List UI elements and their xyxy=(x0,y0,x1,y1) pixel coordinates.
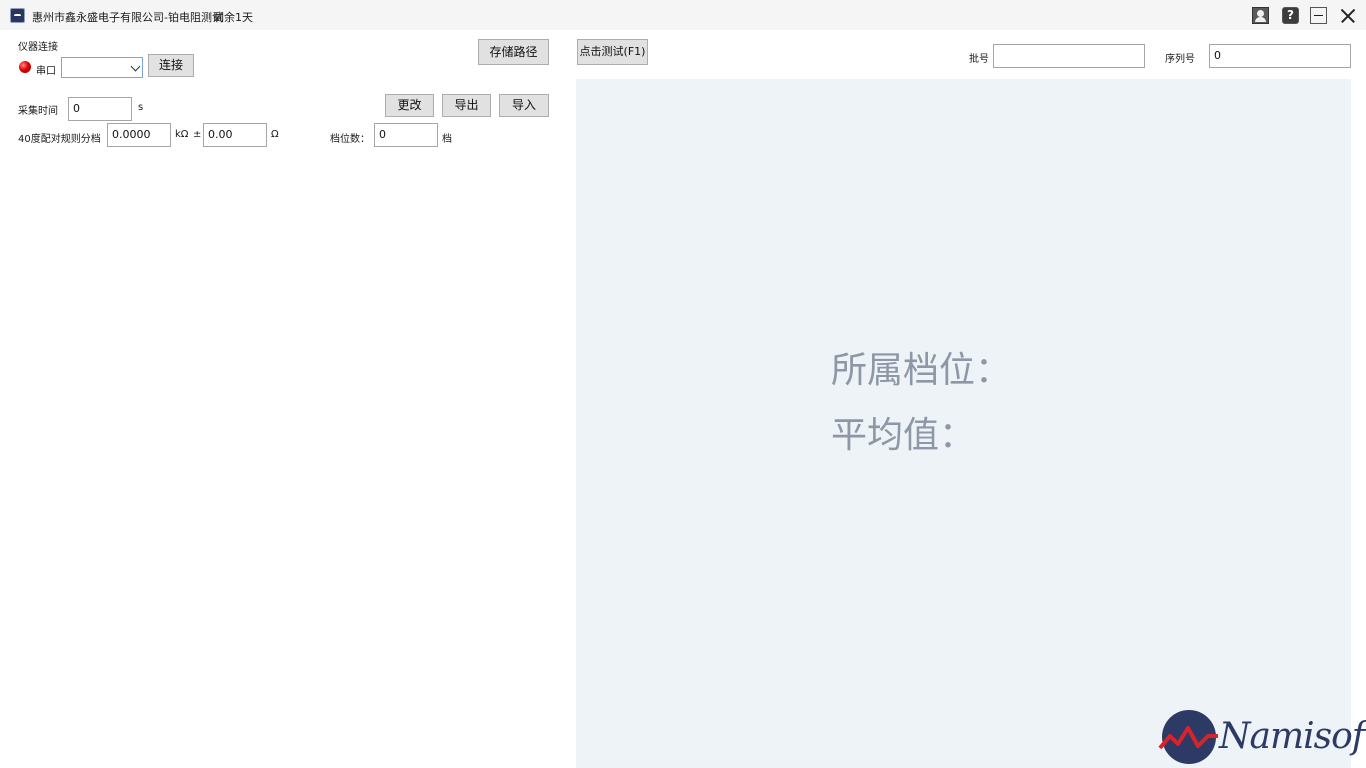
batch-input[interactable] xyxy=(993,44,1145,68)
acquisition-time-unit: s xyxy=(138,102,144,113)
port-label: 串口 xyxy=(36,66,56,77)
grading-rule-label: 40度配对规则分档 xyxy=(18,134,101,145)
connection-status-indicator xyxy=(19,61,31,73)
port-select[interactable] xyxy=(61,57,143,78)
import-button[interactable]: 导入 xyxy=(499,94,549,117)
serial-label: 序列号 xyxy=(1165,54,1195,65)
title-bar: 惠州市鑫永盛电子有限公司-铂电阻测试 剩余1天 ? xyxy=(0,0,1366,30)
serial-input[interactable]: 0 xyxy=(1209,44,1351,68)
connect-button[interactable]: 连接 xyxy=(148,54,194,77)
batch-label: 批号 xyxy=(969,54,989,65)
grade-result-label: 所属档位： xyxy=(831,350,1012,391)
grade-count-label: 档位数： xyxy=(330,134,370,145)
close-button[interactable] xyxy=(1339,7,1356,24)
grade-count-unit: 档 xyxy=(442,134,452,145)
logo-wave-icon xyxy=(1158,726,1218,750)
change-button[interactable]: 更改 xyxy=(385,94,434,117)
chevron-down-icon xyxy=(130,61,141,72)
trial-remaining: 剩余1天 xyxy=(213,11,253,24)
average-result-label: 平均值： xyxy=(831,415,976,456)
plusminus-sign: ± xyxy=(193,129,202,140)
test-button[interactable]: 点击测试(F1) xyxy=(577,39,648,65)
resistance-unit: kΩ xyxy=(175,129,189,140)
app-icon xyxy=(10,8,25,23)
user-icon[interactable] xyxy=(1252,7,1269,24)
logo-text: Namisoft xyxy=(1219,716,1366,757)
minimize-button[interactable] xyxy=(1310,7,1327,24)
result-panel: 所属档位： 平均值： xyxy=(576,79,1351,768)
grade-count-input[interactable]: 0 xyxy=(374,123,438,147)
acquisition-time-input[interactable]: 0 xyxy=(68,97,132,121)
storage-path-button[interactable]: 存储路径 xyxy=(478,39,549,65)
connection-section-label: 仪器连接 xyxy=(18,42,58,53)
acquisition-time-label: 采集时间 xyxy=(18,106,58,117)
window-title: 惠州市鑫永盛电子有限公司-铂电阻测试 xyxy=(32,11,223,24)
help-icon[interactable]: ? xyxy=(1282,7,1299,24)
export-button[interactable]: 导出 xyxy=(442,94,491,117)
tolerance-input[interactable]: 0.00 xyxy=(203,123,267,147)
resistance-input[interactable]: 0.0000 xyxy=(107,123,171,147)
tolerance-unit: Ω xyxy=(271,129,279,140)
